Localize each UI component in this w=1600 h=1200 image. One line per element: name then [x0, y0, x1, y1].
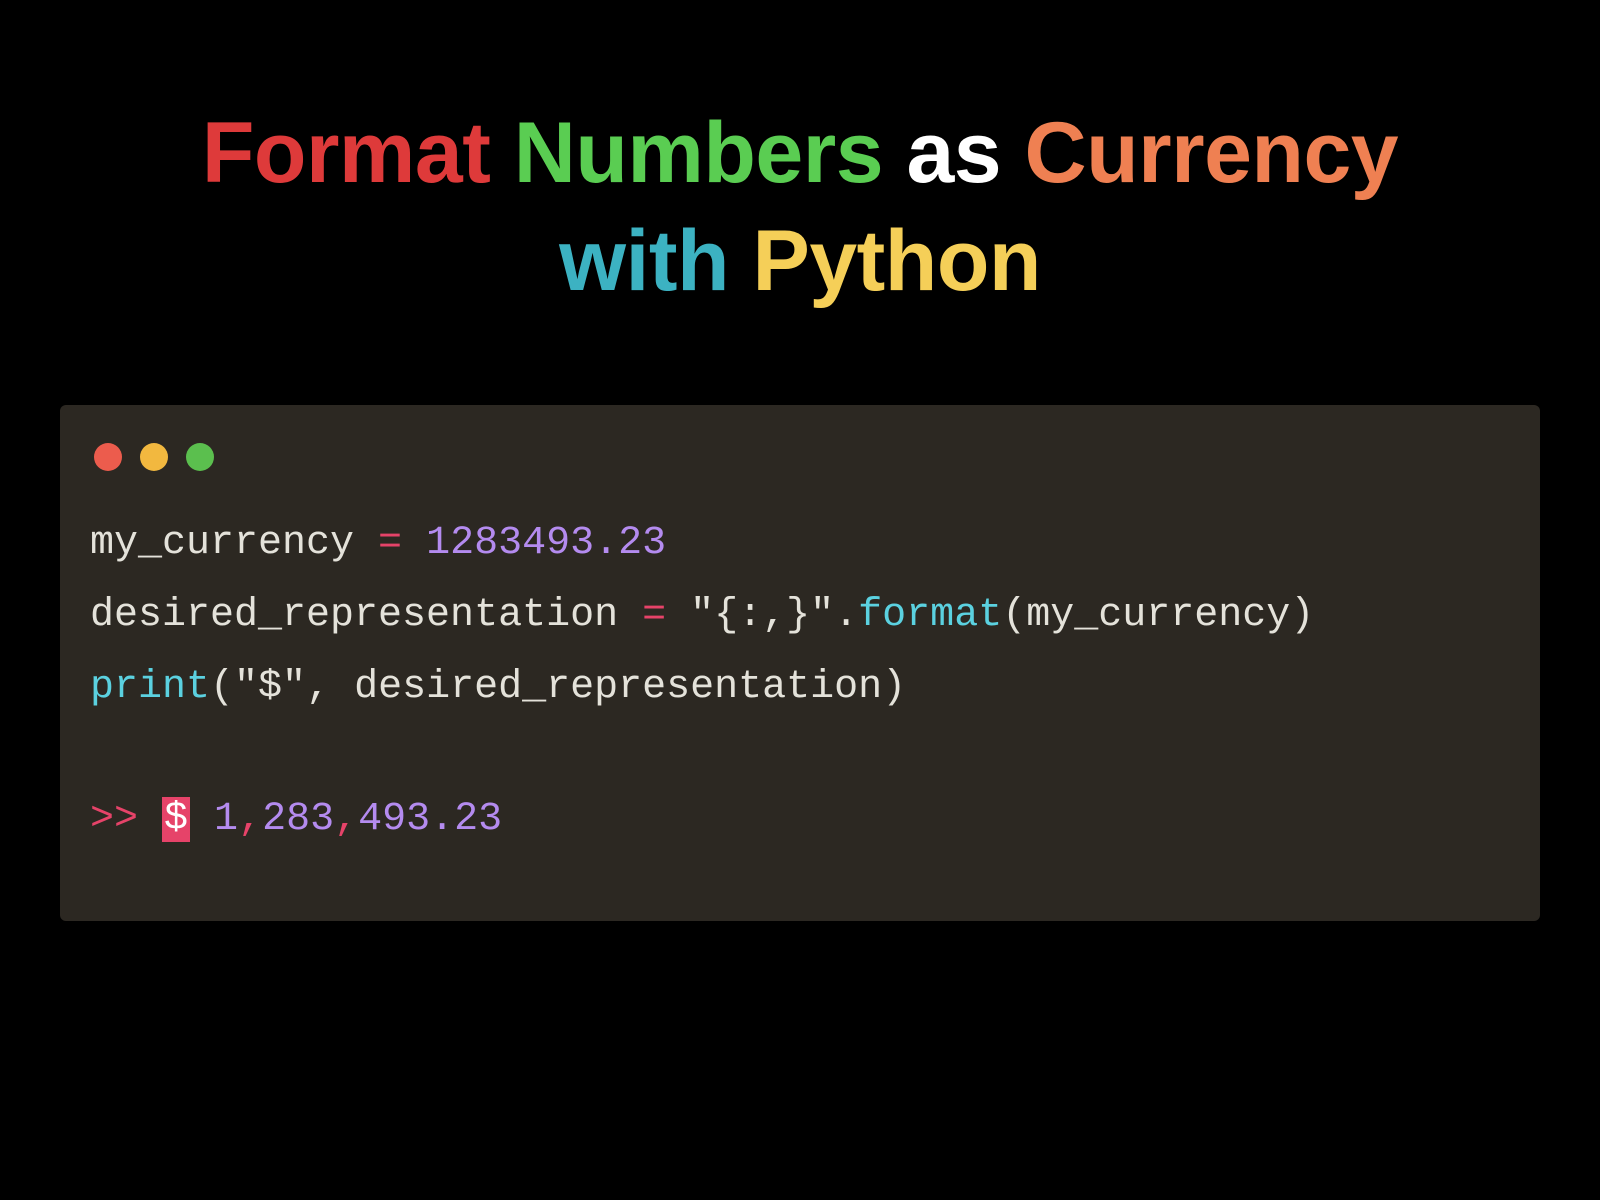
window-zoom-icon [186, 443, 214, 471]
code-var-desired: desired_representation [90, 593, 642, 638]
code-space [402, 521, 426, 566]
code-string-literal: "{:,}" [690, 593, 834, 638]
output-num-1: 1 [214, 797, 238, 842]
heading-word-numbers: Numbers [514, 105, 883, 201]
code-func-print: print [90, 665, 210, 710]
output-line: >> $ 1,283,493.23 [90, 799, 1510, 841]
code-rest: , desired_representation) [306, 665, 906, 710]
output-comma-1: , [238, 797, 262, 842]
output-comma-2: , [334, 797, 358, 842]
heading-word-currency: Currency [1025, 105, 1399, 201]
output-prompt: >> [90, 797, 162, 842]
heading-line-2: with Python [0, 208, 1600, 316]
window-minimize-icon [140, 443, 168, 471]
code-line-1: my_currency = 1283493.23 [90, 523, 1510, 565]
page-heading: Format Numbers as Currency with Python [0, 0, 1600, 355]
window-traffic-lights [94, 443, 1510, 471]
heading-word-with: with [559, 213, 729, 309]
output-num-3: 493.23 [358, 797, 502, 842]
output-space [190, 797, 214, 842]
code-op-eq: = [378, 521, 402, 566]
code-dot: . [834, 593, 858, 638]
code-op-eq: = [642, 593, 666, 638]
output-dollar-sign: $ [162, 797, 190, 842]
code-args: (my_currency) [1002, 593, 1314, 638]
code-blank-line [90, 739, 1510, 799]
code-method-format: format [858, 593, 1002, 638]
code-string-dollar: "$" [234, 665, 306, 710]
code-space [666, 593, 690, 638]
heading-word-format: Format [202, 105, 490, 201]
code-paren-open: ( [210, 665, 234, 710]
heading-line-1: Format Numbers as Currency [0, 100, 1600, 208]
code-var-my-currency: my_currency [90, 521, 378, 566]
heading-word-python: Python [752, 213, 1040, 309]
output-num-2: 283 [262, 797, 334, 842]
window-close-icon [94, 443, 122, 471]
code-number-literal: 1283493.23 [426, 521, 666, 566]
code-line-3: print("$", desired_representation) [90, 667, 1510, 709]
code-window: my_currency = 1283493.23 desired_represe… [60, 405, 1540, 921]
code-line-2: desired_representation = "{:,}".format(m… [90, 595, 1510, 637]
heading-word-as: as [906, 105, 1001, 201]
